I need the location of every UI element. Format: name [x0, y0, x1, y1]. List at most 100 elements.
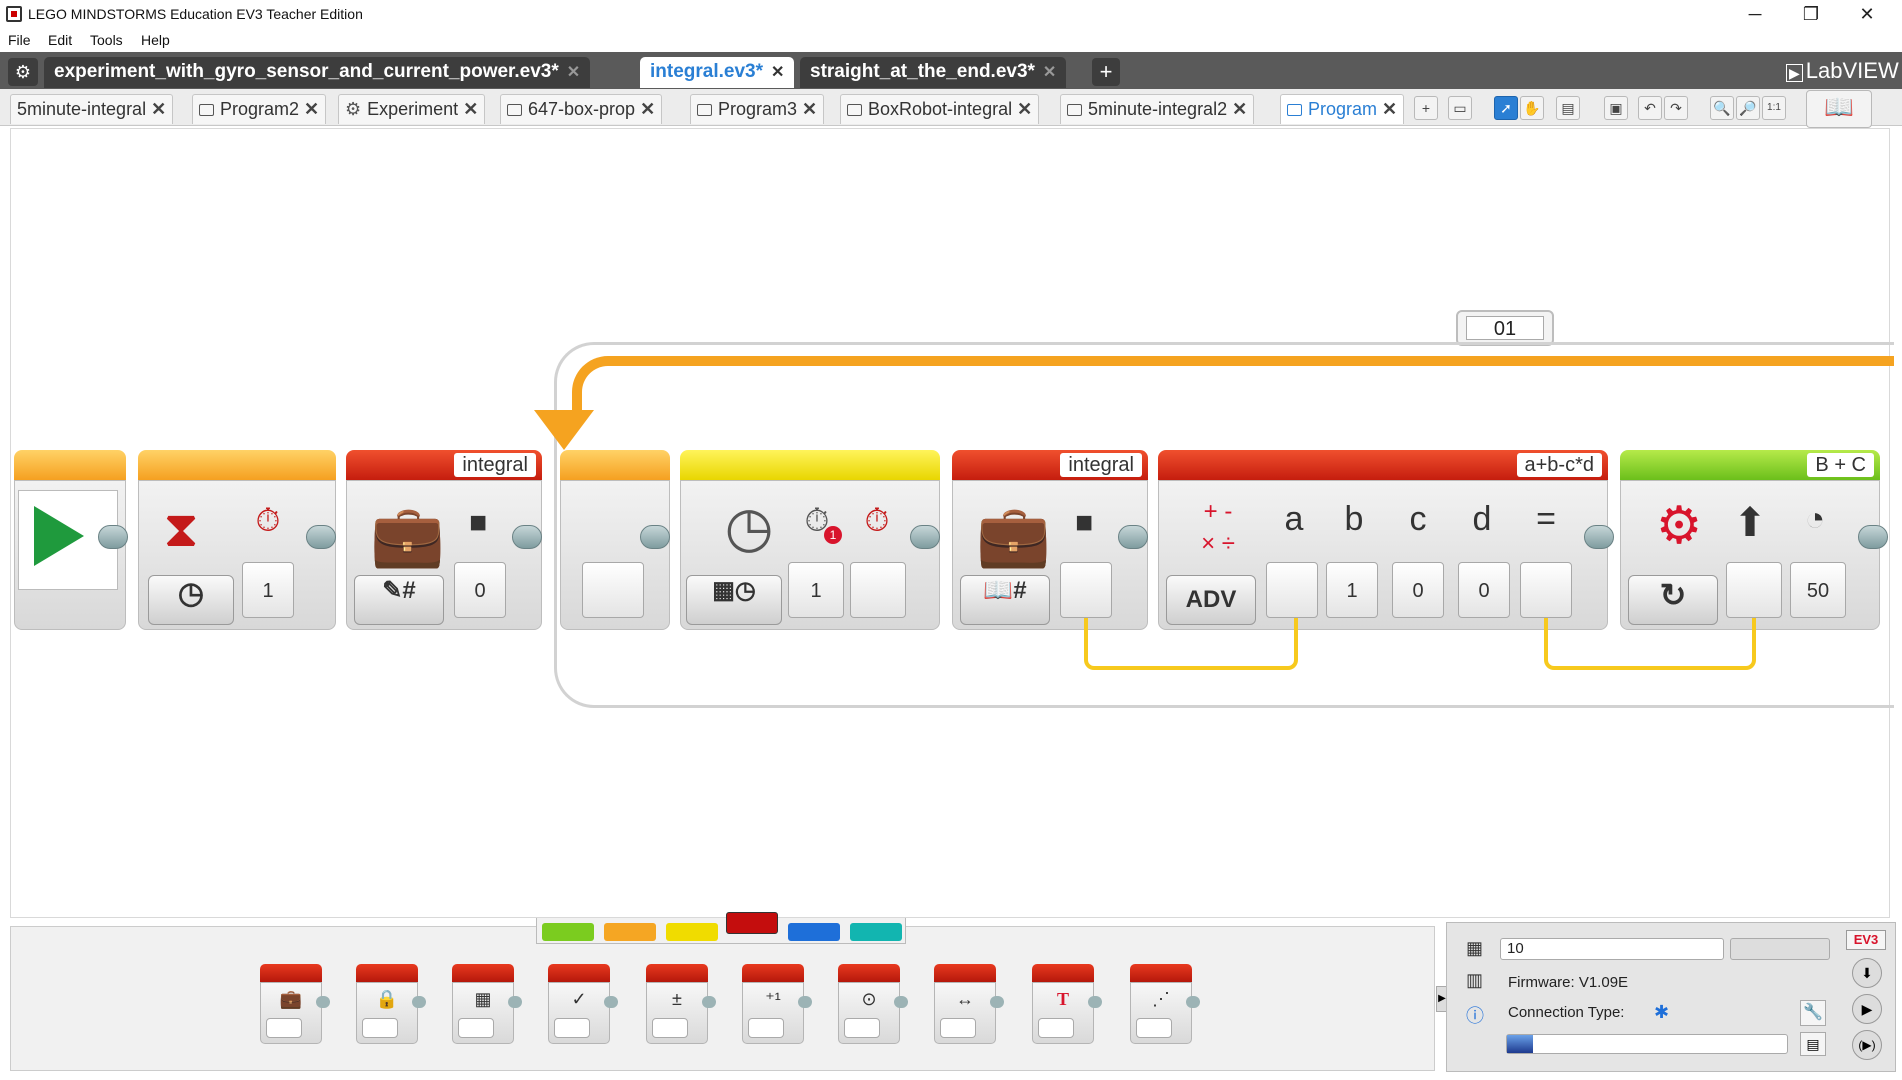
file-tab-straight[interactable]: straight_at_the_end.ev3* ✕ — [800, 57, 1067, 88]
memory-browser-icon[interactable]: ▤ — [1800, 1032, 1826, 1056]
close-icon[interactable]: ✕ — [1043, 64, 1056, 81]
steering-arrow-icon: ⬆ — [1733, 501, 1767, 545]
settings-gear-icon[interactable]: ⚙ — [8, 58, 38, 86]
download-icon[interactable]: ⬇ — [1852, 958, 1882, 988]
data-wire[interactable] — [1084, 618, 1298, 670]
menu-file[interactable]: File — [8, 32, 31, 48]
program-icon — [847, 104, 862, 117]
connection-type-label: Connection Type: — [1508, 1004, 1625, 1021]
file-tab-experiment[interactable]: experiment_with_gyro_sensor_and_current_… — [44, 57, 591, 88]
palette-tab-action[interactable] — [542, 923, 594, 941]
zoom-reset-icon[interactable]: 1:1 — [1762, 96, 1786, 120]
timer-output[interactable] — [850, 562, 906, 618]
wait-seconds-input[interactable]: 1 — [242, 562, 294, 618]
motor-ports[interactable]: B + C — [1807, 453, 1874, 477]
restore-button[interactable]: ❐ — [1788, 0, 1834, 28]
undo-icon[interactable]: ↶ — [1638, 96, 1662, 120]
math-equation[interactable]: a+b-c*d — [1516, 453, 1602, 477]
palette-tab-sensor[interactable] — [666, 923, 718, 941]
mode-selector-timer-icon[interactable]: ◷ — [148, 575, 234, 625]
palette-range-block[interactable]: ↔ — [934, 964, 1004, 1044]
program-tab-program2[interactable]: Program2 ✕ — [192, 94, 327, 124]
palette-constant-block[interactable]: 🔒 — [356, 964, 426, 1044]
timer-number-input[interactable]: 1 — [788, 562, 844, 618]
variable-name[interactable]: integral — [454, 453, 536, 477]
brick-info-icon[interactable]: ▦ — [1466, 938, 1492, 960]
zoom-in-icon[interactable]: 🔎 — [1736, 96, 1760, 120]
close-button[interactable]: ✕ — [1844, 0, 1890, 28]
logic-icon: ✓ — [571, 989, 587, 1009]
program-tab-boxrobot-integral[interactable]: BoxRobot-integral ✕ — [840, 94, 1040, 124]
program-tab-program3[interactable]: Program3 ✕ — [690, 94, 825, 124]
menu-help[interactable]: Help — [141, 32, 170, 48]
zoom-out-icon[interactable]: 🔍 — [1710, 96, 1734, 120]
save-icon[interactable]: ▣ — [1604, 96, 1628, 120]
steering-input[interactable] — [1726, 562, 1782, 618]
brick-name-field[interactable]: 10 — [1500, 938, 1724, 960]
play-icon[interactable] — [34, 506, 84, 566]
file-tab-integral[interactable]: integral.ev3* ✕ — [640, 57, 795, 88]
project-properties-icon[interactable]: ▭ — [1448, 96, 1472, 120]
redo-icon[interactable]: ↷ — [1664, 96, 1688, 120]
run-selected-icon[interactable]: (▶) — [1852, 1030, 1882, 1060]
math-input-b[interactable]: 1 — [1326, 562, 1378, 618]
close-icon[interactable]: ✕ — [771, 64, 784, 81]
close-icon[interactable]: ✕ — [304, 99, 319, 119]
available-bricks-icon[interactable]: ⓘ — [1466, 1002, 1492, 1026]
download-and-run-icon[interactable]: ▶ — [1852, 994, 1882, 1024]
program-tab-5minute-integral[interactable]: 5minute-integral ✕ — [10, 94, 174, 124]
wrench-icon[interactable]: 🔧 — [1800, 1000, 1826, 1026]
content-editor-book-icon[interactable]: 📖 — [1806, 90, 1872, 128]
add-program-button[interactable]: + — [1414, 96, 1438, 120]
pan-tool-icon[interactable]: ✋ — [1520, 96, 1544, 120]
palette-compare-block[interactable]: ⊙ — [838, 964, 908, 1044]
sequence-plug — [910, 525, 940, 549]
palette-logic-block[interactable]: ✓ — [548, 964, 618, 1044]
palette-round-block[interactable]: ⁺¹ — [742, 964, 812, 1044]
math-input-c[interactable]: 0 — [1392, 562, 1444, 618]
mode-selector-read-number[interactable]: 📖# — [960, 575, 1050, 625]
minimize-button[interactable]: ─ — [1732, 0, 1778, 28]
program-tab-5minute-integral2[interactable]: 5minute-integral2 ✕ — [1060, 94, 1255, 124]
program-tab-program[interactable]: Program ✕ — [1280, 94, 1405, 124]
close-icon[interactable]: ✕ — [640, 99, 655, 119]
math-input-d[interactable]: 0 — [1458, 562, 1510, 618]
close-icon[interactable]: ✕ — [802, 99, 817, 119]
close-icon[interactable]: ✕ — [1017, 99, 1032, 119]
select-tool-icon[interactable]: ➚ — [1494, 96, 1518, 120]
palette-random-block[interactable]: ⋰ — [1130, 964, 1200, 1044]
math-result-output[interactable] — [1520, 562, 1572, 618]
loop-name[interactable]: 01 — [1466, 316, 1544, 340]
close-icon[interactable]: ✕ — [1382, 99, 1397, 119]
program-tab-647-box-prop[interactable]: 647-box-prop ✕ — [500, 94, 663, 124]
program-tab-experiment[interactable]: ⚙ Experiment ✕ — [338, 94, 486, 124]
compare-icon: ⊙ — [861, 989, 877, 1009]
menu-tools[interactable]: Tools — [90, 32, 123, 48]
palette-variable-block[interactable]: 💼 — [260, 964, 330, 1044]
mode-selector-write-number[interactable]: ✎# — [354, 575, 444, 625]
close-icon[interactable]: ✕ — [567, 64, 580, 81]
menu-edit[interactable]: Edit — [48, 32, 72, 48]
loop-name-tab[interactable]: 01 — [1456, 310, 1554, 346]
add-file-tab-button[interactable]: + — [1092, 58, 1120, 86]
palette-tab-flow[interactable] — [604, 923, 656, 941]
close-icon[interactable]: ✕ — [1232, 99, 1247, 119]
variable-name[interactable]: integral — [1060, 453, 1142, 477]
variable-output[interactable] — [1060, 562, 1112, 618]
palette-tab-advanced[interactable] — [788, 923, 840, 941]
palette-tab-myblocks[interactable] — [850, 923, 902, 941]
math-input-a[interactable] — [1266, 562, 1318, 618]
ev3-brick-label: EV3 — [1846, 930, 1886, 950]
power-input[interactable]: 50 — [1790, 562, 1846, 618]
data-wire[interactable] — [1544, 618, 1756, 670]
close-icon[interactable]: ✕ — [463, 99, 478, 119]
palette-array-block[interactable]: ▦ — [452, 964, 522, 1044]
palette-math-block[interactable]: ± — [646, 964, 716, 1044]
port-view-icon[interactable]: ▥ — [1466, 970, 1492, 992]
palette-tab-data[interactable] — [726, 912, 778, 934]
variable-value-input[interactable]: 0 — [454, 562, 506, 618]
mode-selector-timer-measure[interactable]: ▦◷ — [686, 575, 782, 625]
palette-text-block[interactable]: T — [1032, 964, 1102, 1044]
close-icon[interactable]: ✕ — [151, 99, 166, 119]
comment-tool-icon[interactable]: ▤ — [1556, 96, 1580, 120]
